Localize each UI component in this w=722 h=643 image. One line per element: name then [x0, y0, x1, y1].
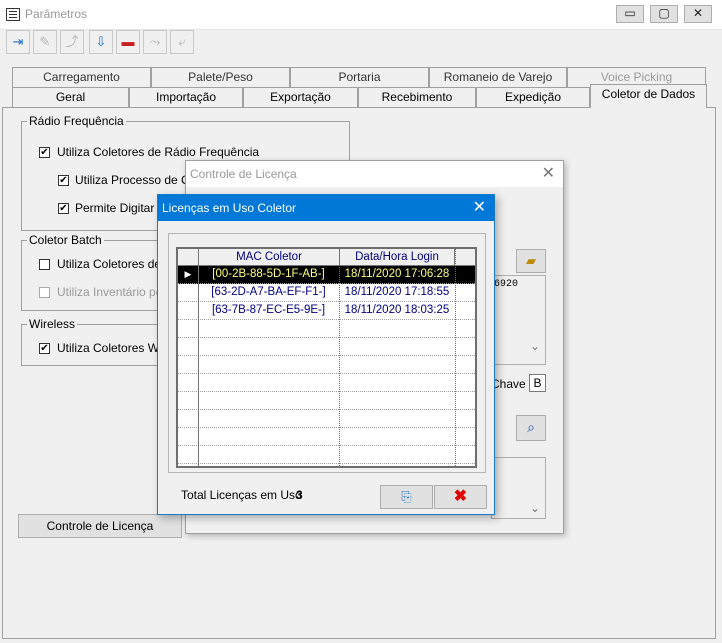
- search-key-icon[interactable]: ⌕: [516, 415, 546, 441]
- window-title: Parâmetros: [25, 7, 88, 21]
- license-control-close-icon[interactable]: ✕: [542, 163, 555, 183]
- batch-collectors-label: Utiliza Coletores de D: [57, 257, 174, 271]
- empty-row: [178, 446, 475, 464]
- tab-importacao[interactable]: Importação: [129, 87, 243, 107]
- window-titlebar: Parâmetros ▭ ▢ ✕: [0, 0, 722, 30]
- login-cell: 18/11/2020 17:06:28: [344, 268, 450, 280]
- wireless-collectors-checkbox[interactable]: ✔: [39, 343, 50, 354]
- app-icon: [6, 8, 20, 21]
- table-row[interactable]: [63-7B-87-EC-E5-9E-] 18/11/2020 18:03:25: [178, 302, 475, 320]
- refresh-icon: ⎘: [401, 489, 412, 504]
- chave-input[interactable]: B: [529, 374, 546, 392]
- license-control-dialog-titlebar: Controle de Licença ✕: [186, 161, 563, 187]
- close-dialog-button[interactable]: ✖: [434, 485, 487, 509]
- save-icon[interactable]: ⇩: [89, 30, 113, 54]
- empty-row: [178, 428, 475, 446]
- login-cell: 18/11/2020 17:18:55: [344, 286, 450, 298]
- column-header-mac[interactable]: MAC Coletor: [198, 249, 339, 267]
- toolbar: ⇥ ✎ ⤴ ⇩ ▬ ⤳ ⤶: [0, 30, 722, 56]
- tab-romaneio-de-varejo[interactable]: Romaneio de Varejo: [429, 67, 567, 87]
- empty-row: [178, 320, 475, 338]
- total-licenses-value: 3: [296, 488, 303, 502]
- tab-coletor-de-dados[interactable]: Coletor de Dados: [590, 84, 707, 108]
- empty-row: [178, 410, 475, 428]
- grid-divider: [455, 249, 456, 466]
- tab-portaria[interactable]: Portaria: [290, 67, 429, 87]
- license-key-fragment: 6920: [494, 279, 519, 290]
- open-folder-icon[interactable]: ▰: [516, 249, 546, 273]
- rf-process-checkbox[interactable]: ✔: [58, 175, 69, 186]
- mac-cell: [63-7B-87-EC-E5-9E-]: [211, 304, 326, 316]
- rf-collectors-checkbox[interactable]: ✔: [39, 147, 50, 158]
- radio-frequency-title: Rádio Frequência: [27, 114, 126, 128]
- tab-expedicao[interactable]: Expedição: [476, 87, 590, 107]
- grid-divider: [339, 249, 340, 466]
- close-button[interactable]: ✕: [684, 5, 712, 23]
- new-record-icon[interactable]: ⤴: [60, 30, 84, 54]
- rf-process-label: Utiliza Processo de Con: [75, 173, 204, 187]
- scroll-down-icon-2[interactable]: ⌄: [530, 501, 540, 515]
- login-cell: 18/11/2020 18:03:25: [344, 304, 450, 316]
- licenses-grid[interactable]: MAC Coletor Data/Hora Login ▶ [00-2B-88-…: [176, 247, 477, 468]
- cancel-x-icon: ✖: [453, 488, 468, 505]
- table-row[interactable]: [63-2D-A7-BA-EF-F1-] 18/11/2020 17:18:55: [178, 284, 475, 302]
- licenses-in-use-close-icon[interactable]: ✕: [473, 197, 486, 217]
- wireless-collectors-label: Utiliza Coletores Wire: [57, 341, 173, 355]
- batch-inventory-checkbox[interactable]: [39, 287, 50, 298]
- empty-row: [178, 338, 475, 356]
- tab-recebimento[interactable]: Recebimento: [358, 87, 476, 107]
- grid-header: MAC Coletor Data/Hora Login: [178, 249, 475, 267]
- cancel-icon[interactable]: ▬: [116, 30, 140, 54]
- batch-title: Coletor Batch: [27, 233, 104, 247]
- copy-icon[interactable]: ⤳: [143, 30, 167, 54]
- grid-divider: [198, 249, 199, 466]
- license-control-dialog-title: Controle de Licença: [190, 167, 297, 181]
- licenses-in-use-titlebar: Licenças em Uso Coletor ✕: [158, 195, 494, 221]
- tab-exportacao[interactable]: Exportação: [243, 87, 358, 107]
- paste-icon[interactable]: ⤶: [170, 30, 194, 54]
- wireless-title: Wireless: [27, 317, 78, 331]
- licenses-in-use-dialog: Licenças em Uso Coletor ✕ MAC Coletor Da…: [157, 194, 495, 515]
- refresh-button[interactable]: ⎘: [380, 485, 433, 509]
- rf-type-code-checkbox[interactable]: ✔: [58, 203, 69, 214]
- mac-cell: [63-2D-A7-BA-EF-F1-]: [211, 286, 326, 298]
- rf-collectors-label: Utiliza Coletores de Rádio Frequência: [57, 145, 260, 159]
- row-pointer-icon: ▶: [184, 269, 192, 279]
- exit-icon[interactable]: ⇥: [6, 30, 30, 54]
- maximize-button[interactable]: ▢: [650, 5, 678, 23]
- scroll-down-icon[interactable]: ⌄: [530, 339, 540, 353]
- mac-cell: [00-2B-88-5D-1F-AB-]: [212, 268, 325, 280]
- tab-geral[interactable]: Geral: [12, 87, 129, 107]
- batch-inventory-label: Utiliza Inventário pelo: [57, 285, 172, 299]
- total-licenses-label: Total Licenças em Uso: [181, 488, 302, 502]
- minimize-button[interactable]: ▭: [616, 5, 644, 23]
- edit-icon[interactable]: ✎: [33, 30, 57, 54]
- empty-row: [178, 356, 475, 374]
- column-header-login[interactable]: Data/Hora Login: [339, 249, 455, 267]
- table-row[interactable]: ▶ [00-2B-88-5D-1F-AB-] 18/11/2020 17:06:…: [178, 266, 475, 284]
- tab-palete-peso[interactable]: Palete/Peso: [151, 67, 290, 87]
- empty-row: [178, 374, 475, 392]
- chave-label: Chave: [491, 377, 526, 391]
- tab-carregamento[interactable]: Carregamento: [12, 67, 151, 87]
- empty-row: [178, 392, 475, 410]
- license-control-button[interactable]: Controle de Licença: [18, 514, 182, 538]
- batch-collectors-checkbox[interactable]: [39, 259, 50, 270]
- licenses-in-use-title: Licenças em Uso Coletor: [162, 201, 297, 215]
